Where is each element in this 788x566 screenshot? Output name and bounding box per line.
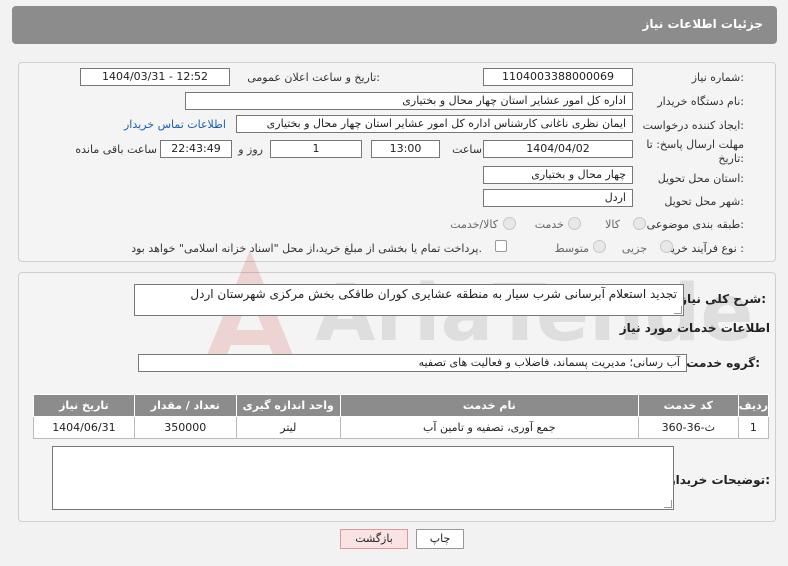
province-label: استان محل تحویل:: [657, 172, 744, 185]
remaining-days-field: 1: [270, 140, 362, 158]
cell-qty: 350000: [133, 416, 237, 439]
requester-field: ایمان نظری ناغانی کارشناس اداره کل امور …: [236, 115, 633, 133]
table-header-row: ردیف کد خدمت نام خدمت واحد اندازه گیری ت…: [33, 394, 770, 417]
page-header: جزئیات اطلاعات نیاز: [12, 6, 777, 44]
print-button[interactable]: چاپ: [416, 529, 464, 549]
need-number-field: 1104003388000069: [483, 68, 633, 86]
deadline-label-date: تاریخ:: [718, 152, 744, 165]
deadline-label: مهلت ارسال پاسخ: تا: [646, 138, 744, 151]
buyer-notes-field[interactable]: [52, 446, 674, 510]
services-table: ردیف کد خدمت نام خدمت واحد اندازه گیری ت…: [33, 394, 770, 439]
services-info-title: اطلاعات خدمات مورد نیاز: [619, 321, 770, 335]
summary-label: شرح کلی نیاز:: [680, 292, 766, 306]
buyer-org-field: اداره کل امور عشایر استان چهار محال و بخ…: [185, 92, 633, 110]
service-group-field: آب رسانی؛ مدیریت پسماند، فاضلاب و فعالیت…: [138, 354, 687, 372]
resize-grip-icon[interactable]: [674, 306, 682, 314]
col-name-header: نام خدمت: [339, 394, 639, 417]
city-field: اردل: [483, 189, 633, 207]
buyer-org-label: نام دستگاه خریدار:: [657, 95, 744, 108]
remaining-time-field: 22:43:49: [160, 140, 232, 158]
table-row: 1 ث-36-360 جمع آوری، تصفیه و تامین آب لی…: [33, 416, 770, 439]
resize-grip-icon[interactable]: [664, 500, 672, 508]
cell-row: 1: [737, 416, 770, 439]
col-date-header: تاریخ نیاز: [33, 394, 135, 417]
category-goods-option: کالا: [605, 218, 620, 231]
cell-unit: لیتر: [235, 416, 341, 439]
service-group-label: گروه خدمت:: [686, 356, 760, 370]
deadline-time-field: 13:00: [371, 140, 440, 158]
cell-name: جمع آوری، تصفیه و تامین آب: [339, 416, 639, 439]
col-unit-header: واحد اندازه گیری: [235, 394, 341, 417]
buyer-notes-label: توضیحات خریدار:: [668, 473, 770, 487]
remaining-label: ساعت باقی مانده: [75, 143, 157, 156]
category-goods-service-option: کالا/خدمت: [450, 218, 498, 231]
summary-text: تجدید استعلام آبرسانی شرب سیار به منطقه …: [190, 287, 677, 301]
col-code-header: کد خدمت: [637, 394, 739, 417]
announce-date-label: تاریخ و ساعت اعلان عمومی:: [247, 71, 380, 84]
city-label: شهر محل تحویل:: [664, 195, 744, 208]
cell-date: 1404/06/31: [33, 416, 135, 439]
requester-label: ایجاد کننده درخواست:: [642, 119, 744, 132]
category-service-radio[interactable]: [568, 217, 581, 230]
col-qty-header: تعداد / مقدار: [133, 394, 237, 417]
category-label: طبقه بندی موضوعی:: [646, 218, 744, 231]
category-goods-service-radio[interactable]: [503, 217, 516, 230]
announce-date-field: 1404/03/31 - 12:52: [80, 68, 230, 86]
category-goods-radio[interactable]: [633, 217, 646, 230]
buyer-contact-link[interactable]: اطلاعات تماس خریدار: [124, 118, 226, 131]
summary-field: تجدید استعلام آبرسانی شرب سیار به منطقه …: [134, 284, 684, 316]
days-label: روز و: [238, 143, 263, 156]
cell-code: ث-36-360: [637, 416, 739, 439]
province-field: چهار محال و بختیاری: [483, 166, 633, 184]
deadline-date-field: 1404/04/02: [483, 140, 633, 158]
deadline-time-label: ساعت: [452, 143, 482, 156]
page-title: جزئیات اطلاعات نیاز: [642, 17, 763, 31]
need-number-label: شماره نیاز:: [691, 71, 744, 84]
col-row-header: ردیف: [737, 394, 770, 417]
back-button[interactable]: بازگشت: [340, 529, 408, 549]
category-service-option: خدمت: [534, 218, 564, 231]
